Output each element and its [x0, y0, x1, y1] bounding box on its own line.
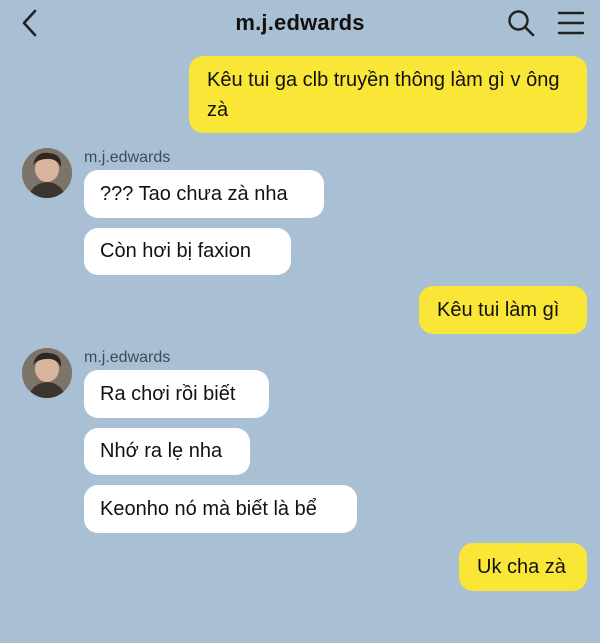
avatar[interactable]	[22, 148, 72, 198]
search-button[interactable]	[506, 8, 536, 38]
message-bubble-sent[interactable]: Kêu tui làm gì	[419, 286, 587, 334]
search-icon	[508, 10, 535, 37]
message-bubble-received[interactable]: Ra chơi rồi biết	[84, 370, 269, 418]
chat-header: m.j.edwards	[0, 0, 600, 46]
message-bubble-received[interactable]: ??? Tao chưa zà nha	[84, 170, 324, 218]
message-bubble-sent[interactable]: Uk cha zà	[459, 543, 587, 591]
sender-name: m.j.edwards	[84, 349, 171, 366]
menu-button[interactable]	[556, 9, 586, 37]
message-bubble-received[interactable]: Nhớ ra lẹ nha	[84, 428, 250, 475]
message-text: Nhớ ra lẹ nha	[100, 440, 223, 462]
user-avatar-photo	[22, 148, 72, 198]
hamburger-menu-icon	[557, 11, 585, 35]
message-text: Uk cha zà	[477, 556, 566, 578]
avatar[interactable]	[22, 348, 72, 398]
message-text: Kêu tui làm gì	[437, 299, 560, 321]
message-bubble-received[interactable]: Keonho nó mà biết là bể	[84, 485, 357, 533]
message-text: Kêu tui ga clb truyền thông làm gì v ông…	[207, 69, 560, 121]
user-avatar-photo	[22, 348, 72, 398]
sender-name: m.j.edwards	[84, 149, 171, 166]
message-text: Keonho nó mà biết là bể	[100, 498, 317, 520]
message-text: Ra chơi rồi biết	[100, 383, 236, 405]
message-bubble-sent[interactable]: Kêu tui ga clb truyền thông làm gì v ông…	[189, 56, 587, 133]
message-text: ??? Tao chưa zà nha	[100, 183, 288, 205]
message-bubble-received[interactable]: Còn hơi bị faxion	[84, 228, 291, 275]
message-text: Còn hơi bị faxion	[100, 240, 251, 262]
